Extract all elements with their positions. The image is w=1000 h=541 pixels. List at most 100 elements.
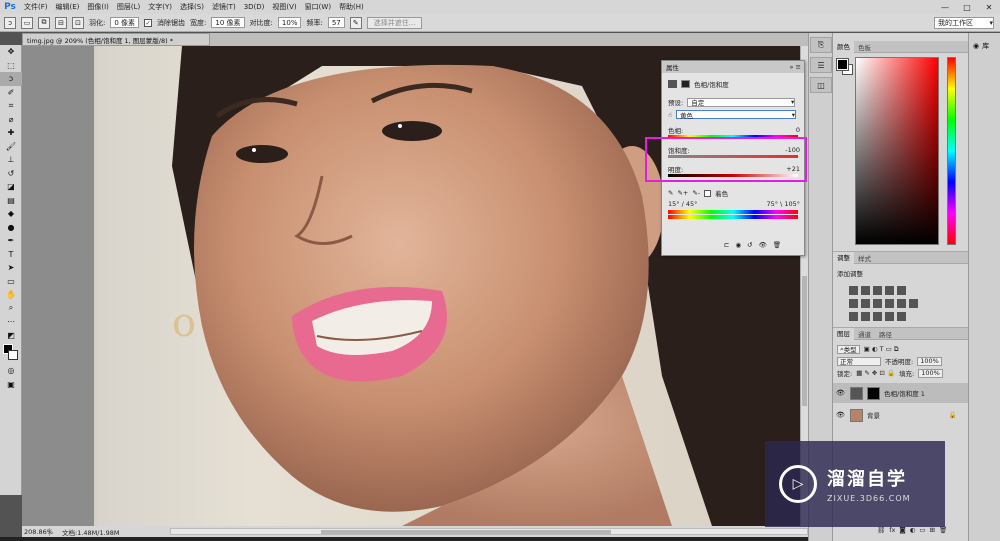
zoom-tool-icon[interactable]: ⌕ — [0, 302, 22, 316]
maximize-button[interactable]: □ — [956, 0, 978, 14]
zoom-level[interactable]: 208.86% — [22, 527, 53, 536]
antialias-checkbox[interactable]: ✓ — [144, 18, 153, 27]
more-tools-icon[interactable]: ⋯ — [0, 315, 22, 329]
menu-layer[interactable]: 图层(L) — [113, 2, 144, 12]
menu-select[interactable]: 选择(S) — [176, 2, 208, 12]
doc-info[interactable]: 文档:1.48M/1.98M — [50, 527, 170, 537]
screen-mode-icon[interactable]: ▣ — [0, 378, 22, 392]
mask-thumb[interactable] — [867, 386, 880, 400]
new-layer-icon[interactable]: ⊞ — [930, 526, 935, 534]
trash-icon[interactable]: 🗑 — [939, 526, 947, 534]
minimize-button[interactable]: — — [934, 0, 956, 14]
opacity-input[interactable]: 100% — [917, 356, 942, 366]
gradient-tool-icon[interactable]: ▤ — [0, 194, 22, 208]
width-input[interactable]: 10 像素 — [211, 17, 245, 28]
quick-select-tool-icon[interactable]: ✐ — [0, 86, 22, 100]
healing-tool-icon[interactable]: ✚ — [0, 126, 22, 140]
blur-tool-icon[interactable]: ◆ — [0, 207, 22, 221]
selective-color-icon[interactable] — [897, 312, 906, 321]
filter-icons[interactable]: ▣ ◐ T ▭ ⧉ — [864, 345, 899, 354]
curves-icon[interactable] — [873, 286, 882, 295]
frequency-input[interactable]: 57 — [327, 17, 345, 28]
eyedropper-icon[interactable]: ✎ — [668, 189, 673, 197]
levels-icon[interactable] — [861, 286, 870, 295]
tab-styles[interactable]: 样式 — [854, 253, 875, 263]
history-brush-tool-icon[interactable]: ↺ — [0, 167, 22, 181]
photo-filter-icon[interactable] — [885, 299, 894, 308]
foreground-swatch[interactable] — [836, 58, 849, 71]
tab-layers[interactable]: 图层 — [833, 327, 854, 340]
paths-panel-icon[interactable]: ◫ — [810, 77, 832, 93]
pen-tool-icon[interactable]: ✒ — [0, 234, 22, 248]
eyedropper-subtract-icon[interactable]: ✎- — [692, 189, 700, 197]
channel-select[interactable]: 黄色 ▾ — [675, 110, 796, 120]
contrast-input[interactable]: 10% — [277, 17, 302, 28]
tab-adjustments[interactable]: 调整 — [833, 251, 854, 264]
subtract-selection-icon[interactable]: ⊟ — [55, 16, 67, 29]
eyedropper-tool-icon[interactable]: ⌀ — [0, 113, 22, 127]
brightness-icon[interactable] — [849, 286, 858, 295]
tab-color[interactable]: 颜色 — [833, 40, 854, 53]
invert-icon[interactable] — [849, 312, 858, 321]
colorize-checkbox[interactable] — [704, 189, 712, 197]
hue-strip[interactable] — [947, 57, 956, 245]
layer-row-background[interactable]: 👁 背景 🔒 — [833, 405, 969, 425]
shape-tool-icon[interactable]: ▭ — [0, 275, 22, 289]
new-selection-icon[interactable]: ▭ — [21, 16, 33, 29]
eraser-tool-icon[interactable]: ◪ — [0, 180, 22, 194]
add-mask-icon[interactable]: ◙ — [899, 526, 905, 534]
color-picker-field[interactable] — [855, 57, 939, 245]
vertical-scroll-thumb[interactable] — [802, 276, 807, 406]
clip-to-layer-icon[interactable]: ⊏ — [724, 241, 729, 249]
vibrance-icon[interactable] — [897, 286, 906, 295]
exposure-icon[interactable] — [885, 286, 894, 295]
brush-tool-icon[interactable]: 🖌 — [0, 140, 22, 154]
range-bar-bottom[interactable] — [668, 215, 798, 219]
marquee-tool-icon[interactable]: ⬚ — [0, 59, 22, 73]
close-button[interactable]: ✕ — [978, 0, 1000, 14]
quick-mask-icon[interactable]: ◎ — [0, 364, 22, 378]
tab-paths[interactable]: 路径 — [875, 329, 896, 339]
menu-filter[interactable]: 滤镜(T) — [208, 2, 240, 12]
blend-mode-select[interactable]: 正常 — [837, 356, 881, 366]
document-tab[interactable]: timg.jpg @ 209% (色相/饱和度 1, 图层蒙版/8) * — [22, 33, 210, 46]
libraries-button[interactable]: ◉ 库 — [969, 33, 1000, 59]
select-and-mask-button[interactable]: 选择并遮住... — [366, 16, 423, 29]
channel-mixer-icon[interactable] — [897, 299, 906, 308]
intersect-selection-icon[interactable]: ⊡ — [72, 16, 84, 29]
menu-view[interactable]: 视图(V) — [268, 2, 300, 12]
lock-icon[interactable]: 🔒 — [949, 411, 957, 419]
feather-input[interactable]: 0 像素 — [110, 17, 140, 28]
layer-row-hue-sat[interactable]: 👁 色相/饱和度 1 — [833, 383, 969, 403]
view-previous-icon[interactable]: ◉ — [735, 241, 741, 249]
menu-image[interactable]: 图像(I) — [83, 2, 113, 12]
default-colors-icon[interactable]: ◩ — [0, 329, 22, 343]
tab-swatches[interactable]: 色板 — [854, 42, 875, 52]
menu-file[interactable]: 文件(F) — [20, 2, 52, 12]
threshold-icon[interactable] — [873, 312, 882, 321]
horizontal-scrollbar[interactable] — [170, 528, 808, 535]
tab-channels[interactable]: 通道 — [854, 329, 875, 339]
visibility-eye-icon[interactable]: 👁 — [759, 241, 767, 249]
color-balance-icon[interactable] — [861, 299, 870, 308]
background-color-icon[interactable] — [8, 350, 18, 360]
properties-title-bar[interactable]: 属性 » ≡ — [662, 61, 804, 73]
hand-tool-icon[interactable]: ✋ — [0, 288, 22, 302]
bw-icon[interactable] — [873, 299, 882, 308]
lasso-tool-icon[interactable]: ↄ — [0, 72, 22, 86]
pen-pressure-icon[interactable]: ✎ — [349, 16, 362, 29]
path-select-tool-icon[interactable]: ➤ — [0, 261, 22, 275]
link-icon[interactable]: ⛓ — [877, 526, 885, 534]
fill-input[interactable]: 100% — [918, 368, 943, 378]
panel-menu-icon[interactable]: » ≡ — [790, 63, 802, 71]
new-adjustment-icon[interactable]: ◐ — [910, 526, 916, 534]
fx-icon[interactable]: fx — [889, 526, 895, 534]
menu-3d[interactable]: 3D(D) — [240, 3, 269, 11]
trash-icon[interactable]: 🗑 — [773, 241, 781, 249]
new-group-icon[interactable]: ▭ — [919, 526, 925, 534]
eyedropper-add-icon[interactable]: ✎+ — [677, 189, 688, 197]
history-panel-icon[interactable]: ⎘ — [810, 37, 832, 53]
menu-type[interactable]: 文字(Y) — [144, 2, 176, 12]
stamp-tool-icon[interactable]: ⊥ — [0, 153, 22, 167]
type-tool-icon[interactable]: T — [0, 248, 22, 262]
